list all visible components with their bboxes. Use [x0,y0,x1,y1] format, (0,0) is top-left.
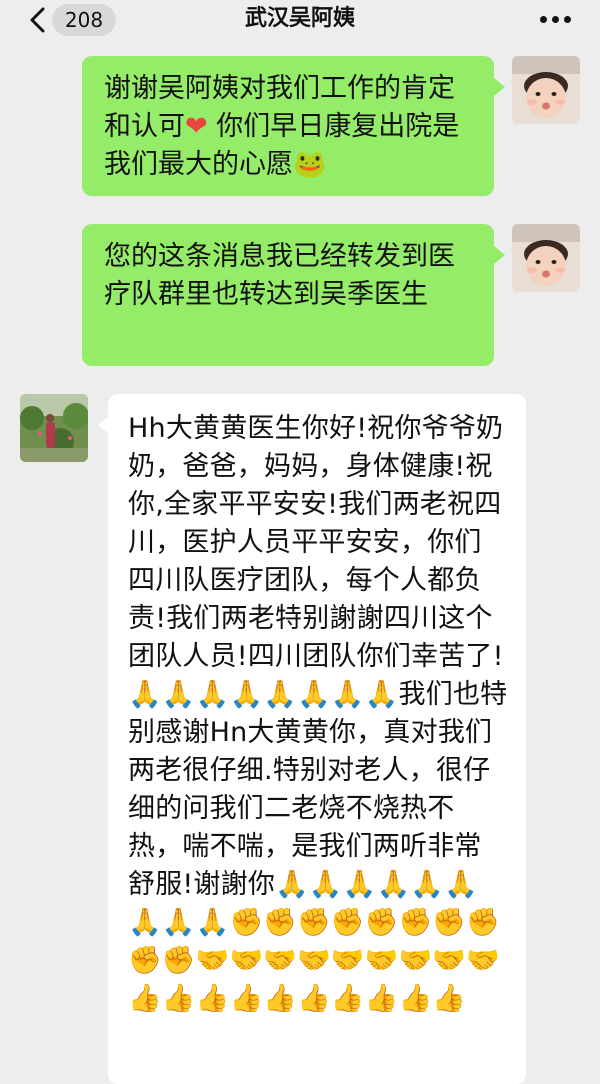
message-text: 您的这条消息我已经转发到医疗队群里也转达到吴季医生 [104,241,455,310]
bubble-tail [494,246,505,264]
frog-emoji: 🐸 [293,149,327,180]
my-message-bubble[interactable]: 您的这条消息我已经转发到医疗队群里也转达到吴季医生 [82,224,494,366]
unread-count-badge[interactable]: 208 [52,4,116,36]
message-text: Hh大黄黄医生你好!祝你爷爷奶奶，爸爸，妈妈，身体健康!祝你,全家平平安安!我们… [128,413,508,1014]
garden-avatar-image [20,394,88,462]
my-avatar[interactable] [512,56,580,124]
chat-title: 武汉吴阿姨 [244,6,355,31]
heart-emoji: ❤ [185,111,208,142]
my-message-bubble[interactable]: 谢谢吴阿姨对我们工作的肯定和认可❤ 你们早日康复出院是我们最大的心愿🐸 [82,56,494,196]
child-avatar-image [512,56,580,124]
bubble-tail [494,78,505,96]
my-avatar[interactable] [512,224,580,292]
contact-message-bubble[interactable]: Hh大黄黄医生你好!祝你爷爷奶奶，爸爸，妈妈，身体健康!祝你,全家平平安安!我们… [108,394,526,1084]
more-dots-icon[interactable] [540,16,572,24]
nav-bar: 208 武汉吴阿姨 [0,0,600,40]
contact-avatar[interactable] [20,394,88,462]
child-avatar-image [512,224,580,292]
chevron-left-icon[interactable] [26,6,48,34]
